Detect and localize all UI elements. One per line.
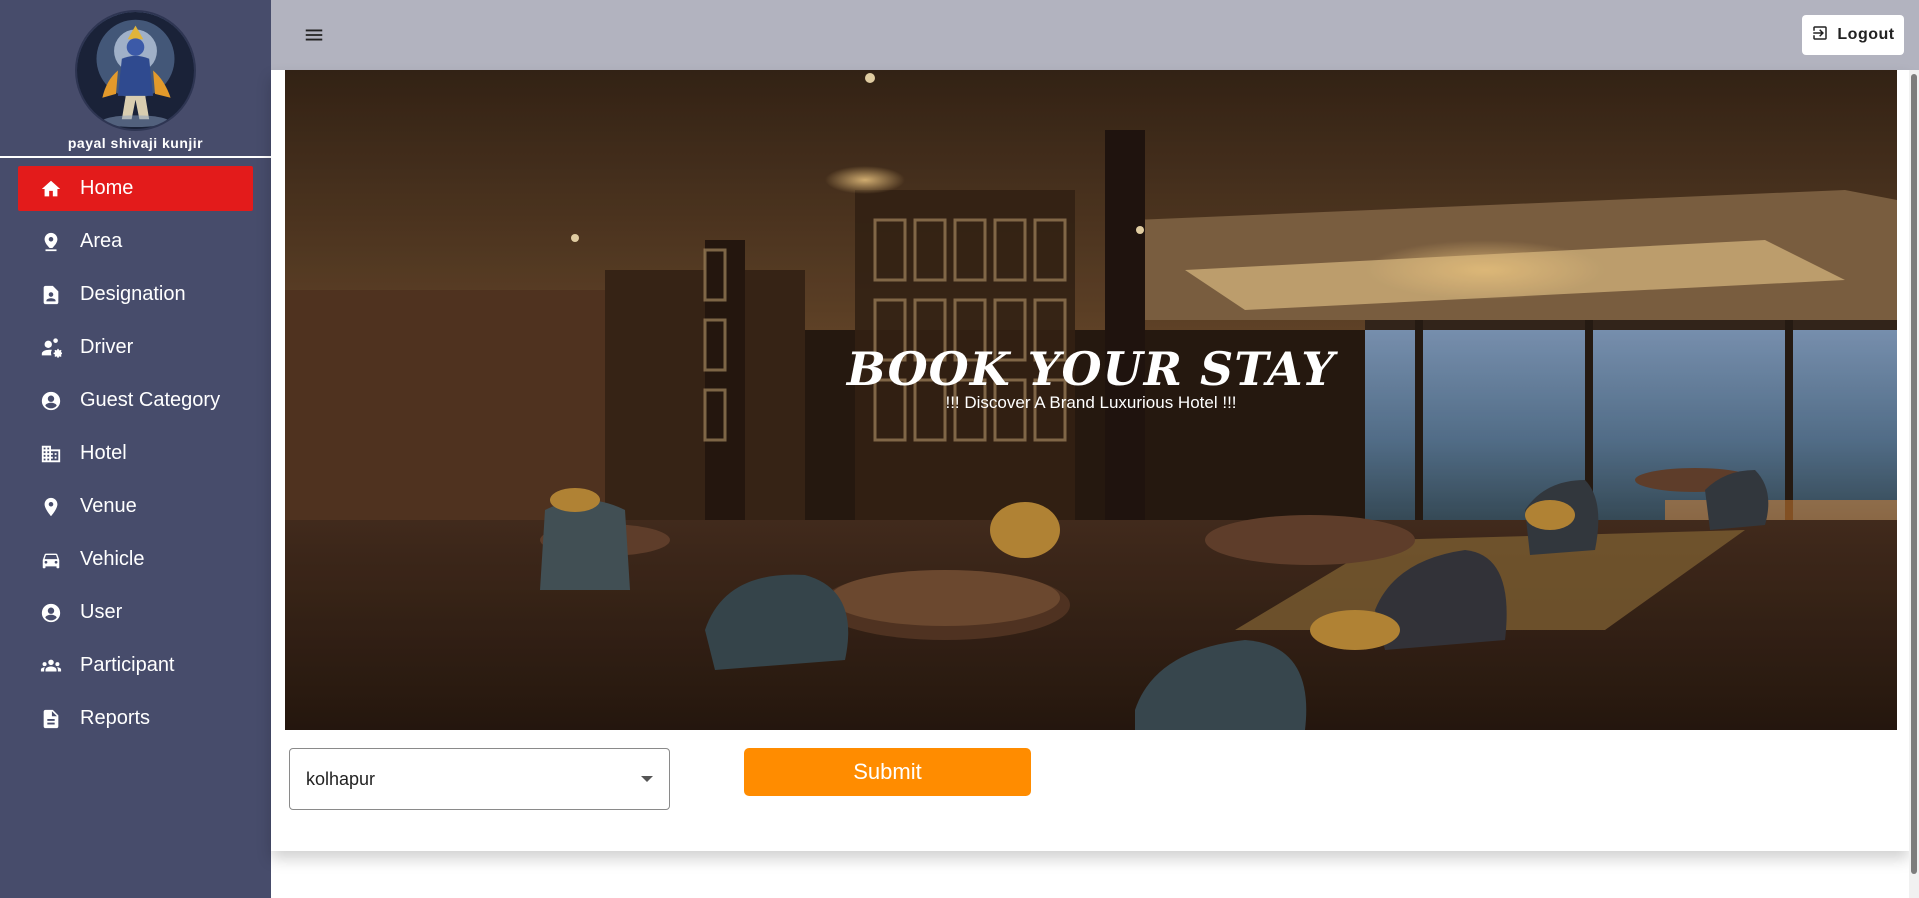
logout-button[interactable]: Logout	[1802, 15, 1904, 55]
location-pin-icon	[40, 231, 62, 253]
sidebar-item-label: Hotel	[80, 442, 127, 464]
sidebar-item-label: Guest Category	[80, 389, 221, 411]
sidebar-item-participant[interactable]: Participant	[18, 643, 253, 688]
sidebar-item-venue[interactable]: Venue	[18, 484, 253, 529]
place-marker-icon	[40, 496, 62, 518]
logout-icon	[1811, 24, 1829, 47]
sidebar-nav: Home Area Designation Driver Guest Categ…	[0, 166, 271, 741]
scrollbar-thumb[interactable]	[1911, 74, 1917, 874]
sidebar-item-label: Vehicle	[80, 548, 145, 570]
sidebar-item-label: Participant	[80, 654, 175, 676]
page-scrollbar[interactable]	[1909, 70, 1919, 898]
sidebar-item-label: Home	[80, 177, 134, 199]
sidebar-item-label: Designation	[80, 283, 186, 305]
sidebar-item-guest-category[interactable]: Guest Category	[18, 378, 253, 423]
car-icon	[40, 549, 62, 571]
menu-toggle-button[interactable]	[302, 24, 326, 46]
sidebar-item-driver[interactable]: Driver	[18, 325, 253, 370]
group-icon	[40, 655, 62, 677]
sidebar-item-label: Area	[80, 230, 123, 252]
sidebar-item-label: Driver	[80, 336, 134, 358]
logout-label: Logout	[1837, 26, 1895, 43]
hero-subtitle: !!! Discover A Brand Luxurious Hotel !!!	[945, 393, 1237, 412]
city-select[interactable]: kolhapur	[289, 748, 670, 810]
sidebar: payal shivaji kunjir Home Area Designati…	[0, 0, 271, 898]
sidebar-item-label: User	[80, 601, 123, 623]
badge-document-icon	[40, 284, 62, 306]
top-bar: Logout	[271, 0, 1919, 70]
people-gear-icon	[40, 337, 62, 359]
document-icon	[40, 708, 62, 730]
sidebar-item-label: Venue	[80, 495, 137, 517]
chevron-down-icon	[641, 776, 653, 782]
sidebar-item-designation[interactable]: Designation	[18, 272, 253, 317]
sidebar-item-area[interactable]: Area	[18, 219, 253, 264]
sidebar-item-home[interactable]: Home	[18, 166, 253, 211]
account-circle-icon	[40, 602, 62, 624]
menu-icon	[302, 29, 326, 50]
hero-title: BOOK YOUR STAY	[846, 342, 1336, 396]
main-content: BOOK YOUR STAY !!! Discover A Brand Luxu…	[271, 70, 1909, 851]
building-icon	[40, 443, 62, 465]
account-circle-icon	[40, 390, 62, 412]
sidebar-item-hotel[interactable]: Hotel	[18, 431, 253, 476]
user-profile: payal shivaji kunjir	[0, 0, 271, 158]
sidebar-item-vehicle[interactable]: Vehicle	[18, 537, 253, 582]
user-name: payal shivaji kunjir	[67, 135, 204, 151]
hero-banner: BOOK YOUR STAY !!! Discover A Brand Luxu…	[285, 70, 1897, 730]
sidebar-item-label: Reports	[80, 707, 151, 729]
home-icon	[40, 178, 62, 200]
submit-button[interactable]: Submit	[744, 748, 1031, 796]
sidebar-item-user[interactable]: User	[18, 590, 253, 635]
city-select-value: kolhapur	[306, 769, 376, 789]
avatar	[75, 10, 196, 131]
sidebar-item-reports[interactable]: Reports	[18, 696, 253, 741]
